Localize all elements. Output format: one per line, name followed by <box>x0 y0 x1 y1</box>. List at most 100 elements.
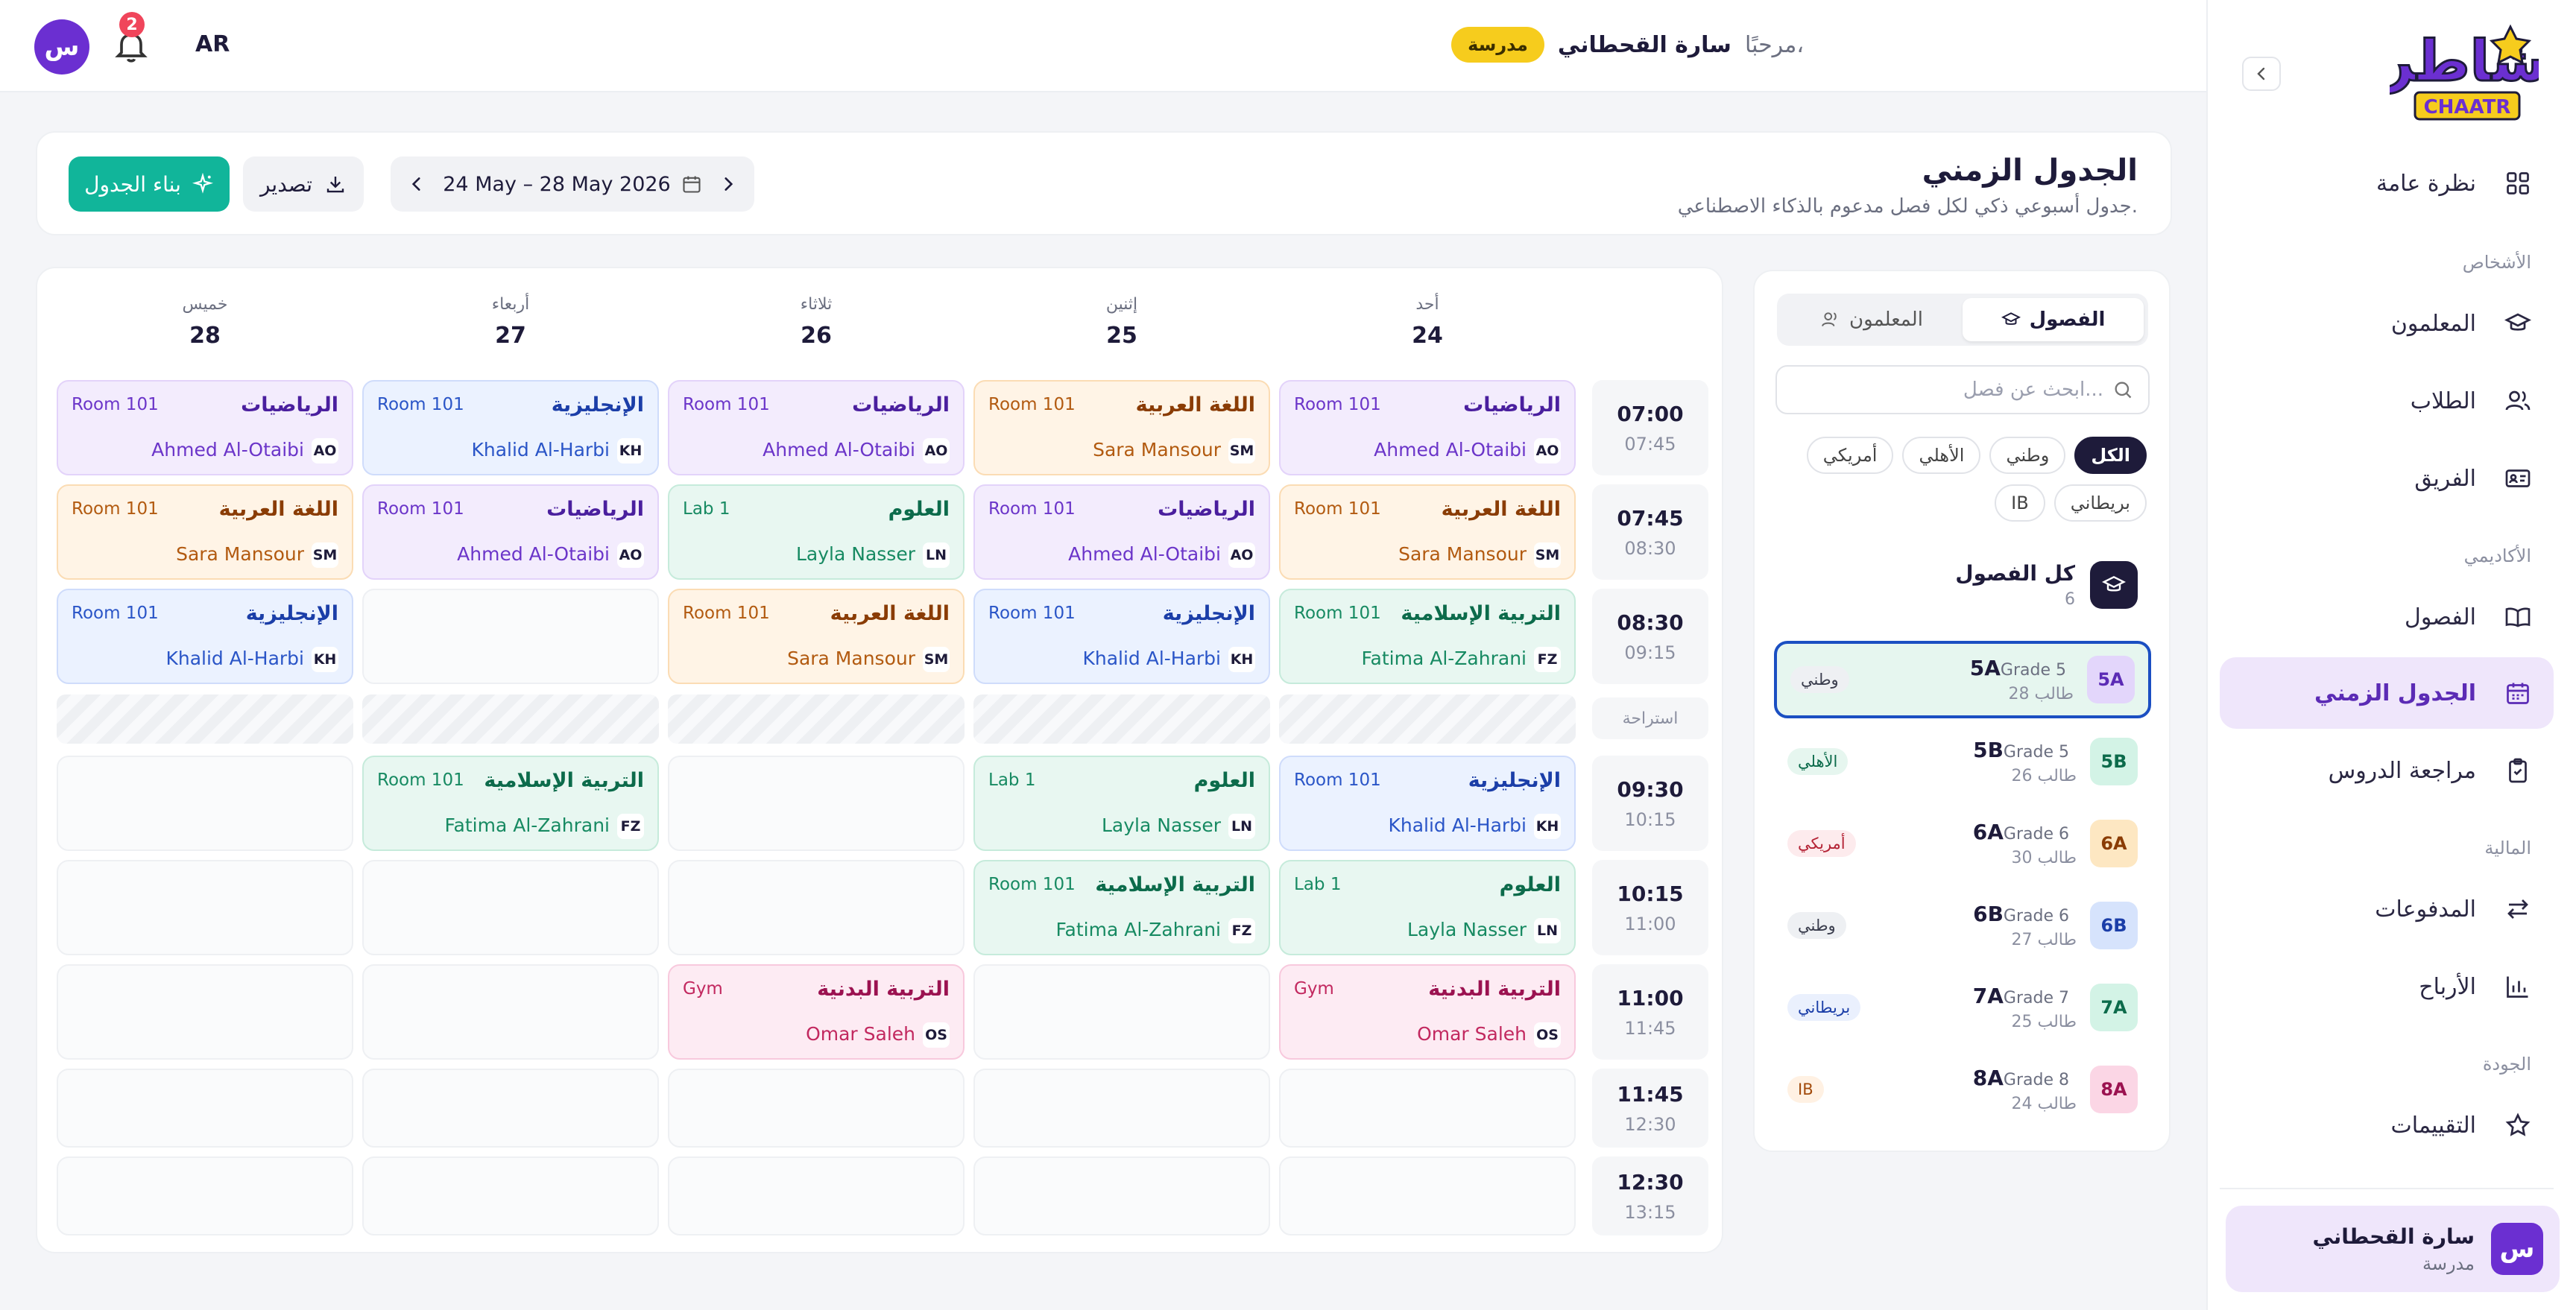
filter-chip[interactable]: وطني <box>1989 437 2066 474</box>
lesson-room: Room 101 <box>988 395 1076 414</box>
build-timetable-button[interactable]: بناء الجدول <box>69 156 230 212</box>
empty-slot[interactable] <box>1279 1156 1576 1235</box>
lesson-card[interactable]: الرياضيات Room 101 Ahmed Al-Otaibi AO <box>973 484 1270 580</box>
empty-slot[interactable] <box>362 964 659 1060</box>
empty-slot[interactable] <box>668 756 965 851</box>
class-item[interactable]: 5A 5AGrade 5 28 طالب وطني <box>1774 641 2151 718</box>
section-people: الأشخاص <box>2462 252 2531 273</box>
lesson-card[interactable]: الرياضيات Room 101 Ahmed Al-Otaibi AO <box>362 484 659 580</box>
lesson-card[interactable]: العلوم Lab 1 Layla Nasser LN <box>1279 860 1576 955</box>
empty-slot[interactable] <box>57 1069 353 1148</box>
nav-label: الفريق <box>2414 465 2476 492</box>
empty-slot[interactable] <box>973 1069 1270 1148</box>
profile-avatar[interactable]: س <box>34 19 89 75</box>
class-item[interactable]: 8A 8AGrade 8 24 طالب IB <box>1774 1051 2151 1128</box>
all-classes-item[interactable]: كل الفصول 6 <box>1774 551 2147 618</box>
nav-overview[interactable]: نظرة عامة <box>2220 148 2554 219</box>
filter-chip[interactable]: الكل <box>2074 437 2147 474</box>
empty-slot[interactable] <box>668 1156 965 1235</box>
empty-slot[interactable] <box>57 964 353 1060</box>
lesson-card[interactable]: التربية البدنية Gym Omar Saleh OS <box>668 964 965 1060</box>
lesson-card[interactable]: التربية الإسلامية Room 101 Fatima Al-Zahra… <box>973 860 1270 955</box>
date-range-picker[interactable]: 24 May – 28 May 2026 <box>443 173 701 196</box>
lesson-subject: التربية البدنية <box>1428 978 1561 1001</box>
nav-payments[interactable]: المدفوعات <box>2220 873 2554 945</box>
slot-end: 07:45 <box>1624 433 1676 455</box>
nav-team[interactable]: الفريق <box>2220 443 2554 514</box>
lesson-card[interactable]: الإنجليزية Room 101 Khalid Al-Harbi KH <box>973 589 1270 684</box>
prev-week-button[interactable] <box>407 174 426 194</box>
empty-slot[interactable] <box>1279 1069 1576 1148</box>
time-slot: 11:00 11:45 <box>1592 964 1708 1060</box>
lesson-card[interactable]: الإنجليزية Room 101 Khalid Al-Harbi KH <box>1279 756 1576 851</box>
chaatr-logo[interactable]: شاطر CHAATR <box>2390 22 2539 123</box>
lesson-card[interactable]: العلوم Lab 1 Layla Nasser LN <box>668 484 965 580</box>
empty-slot[interactable] <box>973 964 1270 1060</box>
break-label: استراحة <box>1592 697 1708 739</box>
teacher-initials-badge: AO <box>1534 438 1561 463</box>
lesson-card[interactable]: اللغة العربية Room 101 Sara Mansour SM <box>1279 484 1576 580</box>
nav-students[interactable]: الطلاب <box>2220 365 2554 437</box>
nav-teachers[interactable]: المعلمون <box>2220 288 2554 359</box>
lesson-card[interactable]: الرياضيات Room 101 Ahmed Al-Otaibi AO <box>57 380 353 475</box>
empty-slot[interactable] <box>57 756 353 851</box>
lesson-card[interactable]: العلوم Lab 1 Layla Nasser LN <box>973 756 1270 851</box>
nav-earnings[interactable]: الأرباح <box>2220 951 2554 1022</box>
filter-chip[interactable]: IB <box>1995 484 2045 522</box>
collapse-sidebar-button[interactable] <box>2242 57 2281 91</box>
empty-slot[interactable] <box>362 1156 659 1235</box>
lesson-teacher: Layla Nasser <box>1102 814 1221 836</box>
next-week-button[interactable] <box>719 174 738 194</box>
nav-lesson-review[interactable]: مراجعة الدروس <box>2220 735 2554 806</box>
filter-chip[interactable]: الأهلي <box>1902 437 1981 474</box>
empty-slot[interactable] <box>668 860 965 955</box>
lesson-subject: الإنجليزية <box>1468 769 1561 792</box>
filter-chip[interactable]: أمريكي <box>1806 437 1894 474</box>
lesson-card[interactable]: اللغة العربية Room 101 Sara Mansour SM <box>668 589 965 684</box>
class-search-input[interactable]: ابحث عن فصل... <box>1775 365 2150 414</box>
class-item[interactable]: 6B 6BGrade 6 27 طالب وطني <box>1774 887 2151 964</box>
export-button[interactable]: تصدير <box>243 156 364 212</box>
nav-timetable[interactable]: الجدول الزمني <box>2220 657 2554 729</box>
welcome-block: مرحبًا، سارة القحطاني مدرسة <box>1451 27 1804 63</box>
teacher-initials-badge: LN <box>1228 814 1255 839</box>
slot-start: 11:45 <box>1617 1081 1684 1107</box>
empty-slot[interactable] <box>362 1069 659 1148</box>
lesson-card[interactable]: التربية الإسلامية Room 101 Fatima Al-Zahra… <box>1279 589 1576 684</box>
nav-classes[interactable]: الفصول <box>2220 581 2554 653</box>
language-toggle[interactable]: AR <box>195 31 230 57</box>
lesson-card[interactable]: اللغة العربية Room 101 Sara Mansour SM <box>57 484 353 580</box>
lesson-card[interactable]: التربية الإسلامية Room 101 Fatima Al-Zahra… <box>362 756 659 851</box>
class-item[interactable]: 7A 7AGrade 7 25 طالب بريطاني <box>1774 969 2151 1046</box>
class-student-count: 24 طالب <box>2011 1095 2077 1113</box>
tab-teachers[interactable]: المعلمون <box>1781 298 1963 341</box>
empty-slot[interactable] <box>973 1156 1270 1235</box>
empty-slot[interactable] <box>362 589 659 684</box>
filter-chip[interactable]: بريطاني <box>2053 484 2147 522</box>
break-cell <box>362 694 659 744</box>
empty-slot[interactable] <box>57 1156 353 1235</box>
lesson-card[interactable]: التربية البدنية Gym Omar Saleh OS <box>1279 964 1576 1060</box>
star-icon <box>2503 1110 2533 1140</box>
break-cell <box>57 694 353 744</box>
lesson-card[interactable]: الإنجليزية Room 101 Khalid Al-Harbi KH <box>362 380 659 475</box>
nav-ratings[interactable]: التقييمات <box>2220 1089 2554 1161</box>
class-item[interactable]: 6A 6AGrade 6 30 طالب أمريكي <box>1774 805 2151 882</box>
empty-slot[interactable] <box>362 860 659 955</box>
nav-label: مراجعة الدروس <box>2328 757 2476 784</box>
slot-end: 13:15 <box>1624 1201 1676 1223</box>
teacher-initials-badge: SM <box>1534 542 1561 568</box>
lesson-card[interactable]: الإنجليزية Room 101 Khalid Al-Harbi KH <box>57 589 353 684</box>
lesson-card[interactable]: الرياضيات Room 101 Ahmed Al-Otaibi AO <box>668 380 965 475</box>
class-item[interactable]: 5B 5BGrade 5 26 طالب الأهلي <box>1774 723 2151 800</box>
sidebar-user-card[interactable]: س سارة القحطاني مدرسة <box>2226 1206 2560 1292</box>
class-code-tile: 5A <box>2087 656 2135 703</box>
lesson-card[interactable]: اللغة العربية Room 101 Sara Mansour SM <box>973 380 1270 475</box>
empty-slot[interactable] <box>668 1069 965 1148</box>
lesson-teacher: Omar Saleh <box>806 1023 915 1045</box>
lesson-card[interactable]: الرياضيات Room 101 Ahmed Al-Otaibi AO <box>1279 380 1576 475</box>
tab-classes[interactable]: الفصول <box>1963 298 2144 341</box>
class-student-count: 26 طالب <box>2011 767 2077 785</box>
time-slot: 11:45 12:30 <box>1592 1069 1708 1148</box>
empty-slot[interactable] <box>57 860 353 955</box>
